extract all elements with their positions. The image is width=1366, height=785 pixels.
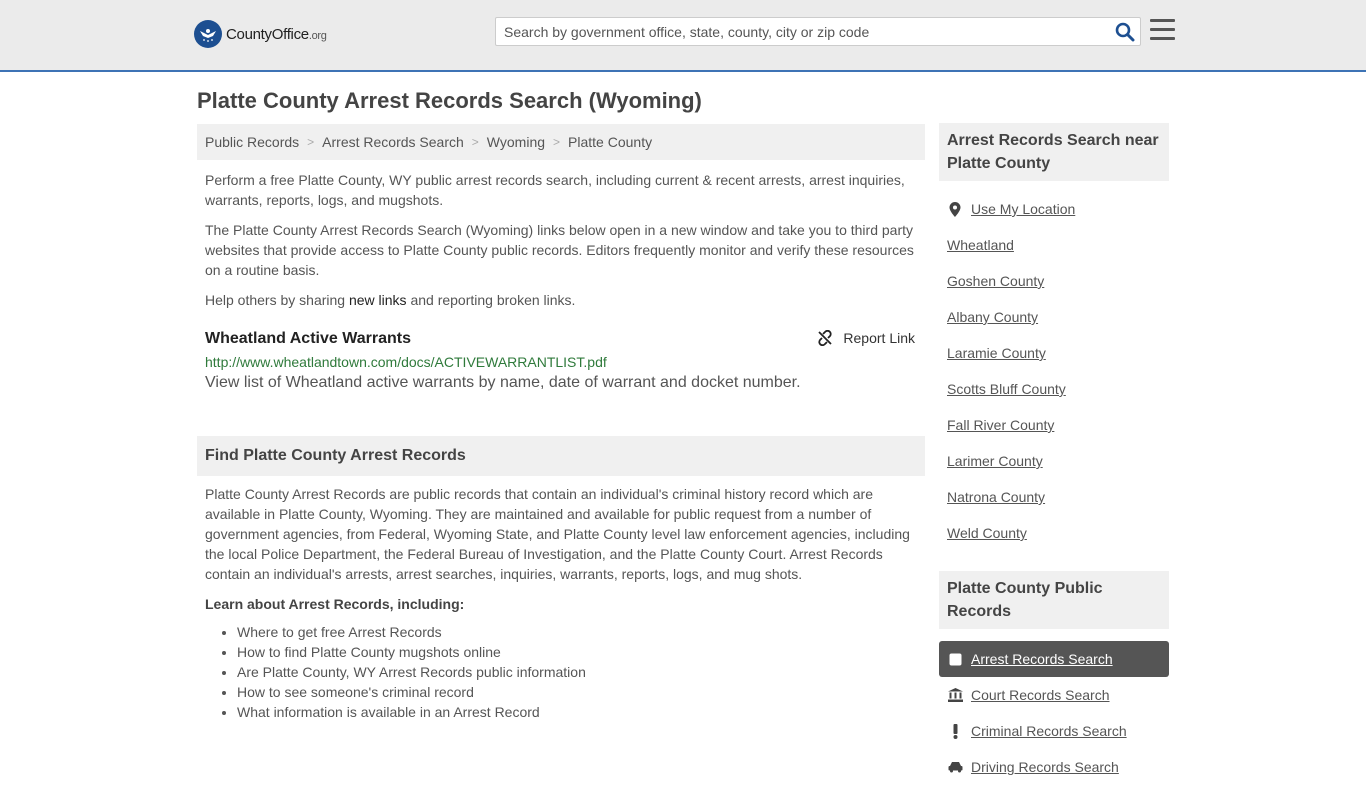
learn-title: Learn about Arrest Records, including: — [205, 596, 465, 612]
listing-title-link[interactable]: Wheatland Active Warrants — [205, 330, 411, 347]
sidebar-item-arrest-records-search[interactable]: Arrest Records Search — [939, 641, 1169, 677]
main-content: Public Records > Arrest Records Search >… — [197, 124, 925, 722]
site-logo[interactable]: CountyOffice.org — [194, 20, 327, 48]
courthouse-icon — [947, 688, 963, 702]
sidebar-item-criminal-records-search[interactable]: Criminal Records Search — [939, 713, 1169, 749]
page-title: Platte County Arrest Records Search (Wyo… — [197, 88, 702, 113]
search-input[interactable] — [496, 18, 1110, 45]
list-item: How to find Platte County mugshots onlin… — [237, 642, 925, 662]
sidebar-item-use-my-location[interactable]: Use My Location — [939, 191, 1169, 227]
listing-description: View list of Wheatland active warrants b… — [205, 374, 801, 391]
logo-text: CountyOffice.org — [226, 25, 327, 43]
report-link-button[interactable]: Report Link — [817, 330, 915, 346]
public-records-heading: Platte County Public Records — [939, 571, 1169, 629]
sidebar-item-scotts-bluff-county[interactable]: Scotts Bluff County — [939, 371, 1169, 407]
breadcrumb-separator-icon: > — [471, 135, 479, 149]
sidebar-item-goshen-county[interactable]: Goshen County — [939, 263, 1169, 299]
sidebar-item-weld-county[interactable]: Weld County — [939, 515, 1169, 551]
search-icon[interactable] — [1110, 18, 1140, 45]
sidebar: Arrest Records Search near Platte County… — [939, 123, 1169, 785]
exclamation-icon — [947, 723, 963, 739]
learn-list: Where to get free Arrest Records How to … — [197, 622, 925, 722]
public-records-list: Arrest Records Search Court Records Sear… — [939, 641, 1169, 785]
hamburger-menu-icon[interactable] — [1150, 19, 1175, 41]
list-item: Where to get free Arrest Records — [237, 622, 925, 642]
eagle-seal-icon — [194, 20, 222, 48]
sidebar-item-court-records-search[interactable]: Court Records Search — [939, 677, 1169, 713]
breadcrumb-public-records[interactable]: Public Records — [205, 134, 299, 150]
sidebar-item-fall-river-county[interactable]: Fall River County — [939, 407, 1169, 443]
find-section-heading: Find Platte County Arrest Records — [197, 436, 925, 476]
sidebar-item-natrona-county[interactable]: Natrona County — [939, 479, 1169, 515]
list-item: How to see someone's criminal record — [237, 682, 925, 702]
sidebar-item-wheatland[interactable]: Wheatland — [939, 227, 1169, 263]
nearby-heading: Arrest Records Search near Platte County — [939, 123, 1169, 181]
breadcrumb-platte-county[interactable]: Platte County — [568, 134, 652, 150]
list-item: Are Platte County, WY Arrest Records pub… — [237, 662, 925, 682]
intro-paragraph-1: Perform a free Platte County, WY public … — [205, 172, 905, 208]
breadcrumb-separator-icon: > — [307, 135, 315, 149]
sidebar-item-albany-county[interactable]: Albany County — [939, 299, 1169, 335]
sidebar-item-larimer-county[interactable]: Larimer County — [939, 443, 1169, 479]
breadcrumb-separator-icon: > — [553, 135, 561, 149]
sidebar-item-driving-records-search[interactable]: Driving Records Search — [939, 749, 1169, 785]
list-item: What information is available in an Arre… — [237, 702, 925, 722]
listing-item: Wheatland Active Warrants Report Link ht… — [197, 330, 925, 392]
broken-link-icon — [818, 330, 833, 346]
listing-url: http://www.wheatlandtown.com/docs/ACTIVE… — [205, 354, 607, 370]
map-pin-icon — [947, 201, 963, 217]
site-header: CountyOffice.org — [0, 0, 1366, 72]
find-section-paragraph: Platte County Arrest Records are public … — [205, 486, 910, 582]
breadcrumb: Public Records > Arrest Records Search >… — [197, 124, 925, 160]
search-bar — [495, 17, 1141, 46]
square-icon — [947, 653, 963, 666]
intro-text: Perform a free Platte County, WY public … — [197, 170, 925, 310]
sidebar-item-laramie-county[interactable]: Laramie County — [939, 335, 1169, 371]
car-icon — [947, 761, 963, 773]
intro-paragraph-2: The Platte County Arrest Records Search … — [205, 222, 914, 278]
new-links-link[interactable]: new links — [349, 292, 407, 308]
nearby-list: Use My Location Wheatland Goshen County … — [939, 191, 1169, 551]
breadcrumb-wyoming[interactable]: Wyoming — [487, 134, 545, 150]
breadcrumb-arrest-records-search[interactable]: Arrest Records Search — [322, 134, 464, 150]
find-section-body: Platte County Arrest Records are public … — [197, 484, 925, 614]
intro-paragraph-3: Help others by sharing new links and rep… — [205, 292, 576, 308]
